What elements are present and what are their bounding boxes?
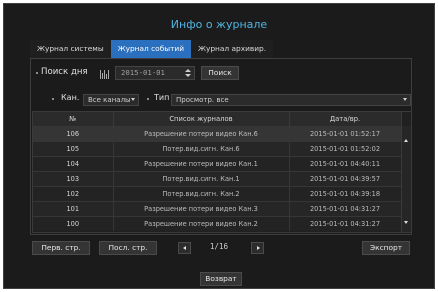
row-log: Разрешение потери видео Кан.6 <box>113 125 290 141</box>
type-bullet <box>147 98 149 100</box>
table-row[interactable]: 100 Разрешение потери видео Кан.2 2015-0… <box>33 215 402 231</box>
calendar-icon[interactable] <box>100 70 110 79</box>
table-scrollbar[interactable] <box>401 126 411 232</box>
channel-select-value: Все каналы <box>88 96 131 104</box>
chevron-down-icon <box>403 98 407 101</box>
table-row[interactable]: 105 Потер.вид.сигн. Кан.6 2015-01-01 01:… <box>33 140 402 156</box>
row-number: 102 <box>33 185 114 201</box>
table-row[interactable]: 101 Разрешение потери видео Кан.3 2015-0… <box>33 200 402 216</box>
channel-label: Кан. <box>61 93 80 102</box>
row-number: 100 <box>33 215 114 231</box>
arrow-right-icon <box>257 246 260 250</box>
search-date-field[interactable]: 2015-01-01 <box>115 66 195 80</box>
event-log-table: № Список журналов Дата/вр. 106 Разрешени… <box>32 111 412 233</box>
prev-page-button[interactable] <box>178 242 191 254</box>
channel-select[interactable]: Все каналы <box>83 94 139 106</box>
search-day-bullet <box>36 72 38 74</box>
back-button[interactable]: Возврат <box>200 272 242 286</box>
search-date-value: 2015-01-01 <box>121 68 165 77</box>
arrow-left-icon <box>183 246 186 250</box>
dialog-title: Инфо о журнале <box>170 18 268 31</box>
row-number: 106 <box>33 125 114 141</box>
table-row[interactable]: 106 Разрешение потери видео Кан.6 2015-0… <box>33 125 402 141</box>
date-spinner[interactable] <box>185 69 192 77</box>
page-indicator: 1/16 <box>209 242 229 251</box>
export-button[interactable]: Экспорт <box>362 241 410 255</box>
row-log: Разрешение потери видео Кан.2 <box>113 215 290 231</box>
table-row[interactable]: 104 Разрешение потери видео Кан.1 2015-0… <box>33 155 402 171</box>
row-datetime: 2015-01-01 04:39:57 <box>289 170 402 186</box>
table-row[interactable]: 103 Потер.вид.сигн. Кан.1 2015-01-01 04:… <box>33 170 402 186</box>
search-day-label: Поиск дня <box>41 67 88 77</box>
row-log: Разрешение потери видео Кан.1 <box>113 155 290 171</box>
chevron-down-icon <box>131 98 135 101</box>
row-log: Потер.вид.сигн. Кан.2 <box>113 185 290 201</box>
row-datetime: 2015-01-01 04:31:27 <box>289 200 402 216</box>
row-datetime: 2015-01-01 04:39:18 <box>289 185 402 201</box>
type-label: Тип <box>154 93 170 102</box>
row-datetime: 2015-01-01 04:31:27 <box>289 215 402 231</box>
header-log-list: Список журналов <box>113 112 290 126</box>
chevron-down-icon[interactable] <box>185 74 191 77</box>
header-datetime: Дата/вр. <box>289 112 402 126</box>
chevron-up-icon[interactable] <box>404 139 408 142</box>
row-log: Разрешение потери видео Кан.3 <box>113 200 290 216</box>
row-log: Потер.вид.сигн. Кан.1 <box>113 170 290 186</box>
first-page-button[interactable]: Перв. стр. <box>32 241 90 255</box>
type-select-value: Просмотр. все <box>176 96 229 104</box>
row-datetime: 2015-01-01 01:52:17 <box>289 125 402 141</box>
tab-event-log[interactable]: Журнал событий <box>110 40 192 58</box>
table-row[interactable]: 102 Потер.вид.сигн. Кан.2 2015-01-01 04:… <box>33 185 402 201</box>
row-number: 103 <box>33 170 114 186</box>
search-button[interactable]: Поиск <box>201 66 239 80</box>
header-number: № <box>33 112 114 126</box>
type-select[interactable]: Просмотр. все <box>171 94 411 106</box>
tab-system-log[interactable]: Журнал системы <box>30 40 111 58</box>
log-tabs: Журнал системы Журнал событий Журнал арх… <box>30 40 274 58</box>
tab-backup-log[interactable]: Журнал архивир. <box>191 40 274 58</box>
row-datetime: 2015-01-01 01:52:02 <box>289 140 402 156</box>
next-page-button[interactable] <box>251 242 264 254</box>
row-datetime: 2015-01-01 04:40:11 <box>289 155 402 171</box>
row-number: 101 <box>33 200 114 216</box>
chevron-down-icon[interactable] <box>404 221 408 224</box>
row-log: Потер.вид.сигн. Кан.6 <box>113 140 290 156</box>
row-number: 105 <box>33 140 114 156</box>
channel-bullet <box>52 98 54 100</box>
row-number: 104 <box>33 155 114 171</box>
last-page-button[interactable]: Посл. стр. <box>99 241 157 255</box>
chevron-up-icon[interactable] <box>185 69 191 72</box>
